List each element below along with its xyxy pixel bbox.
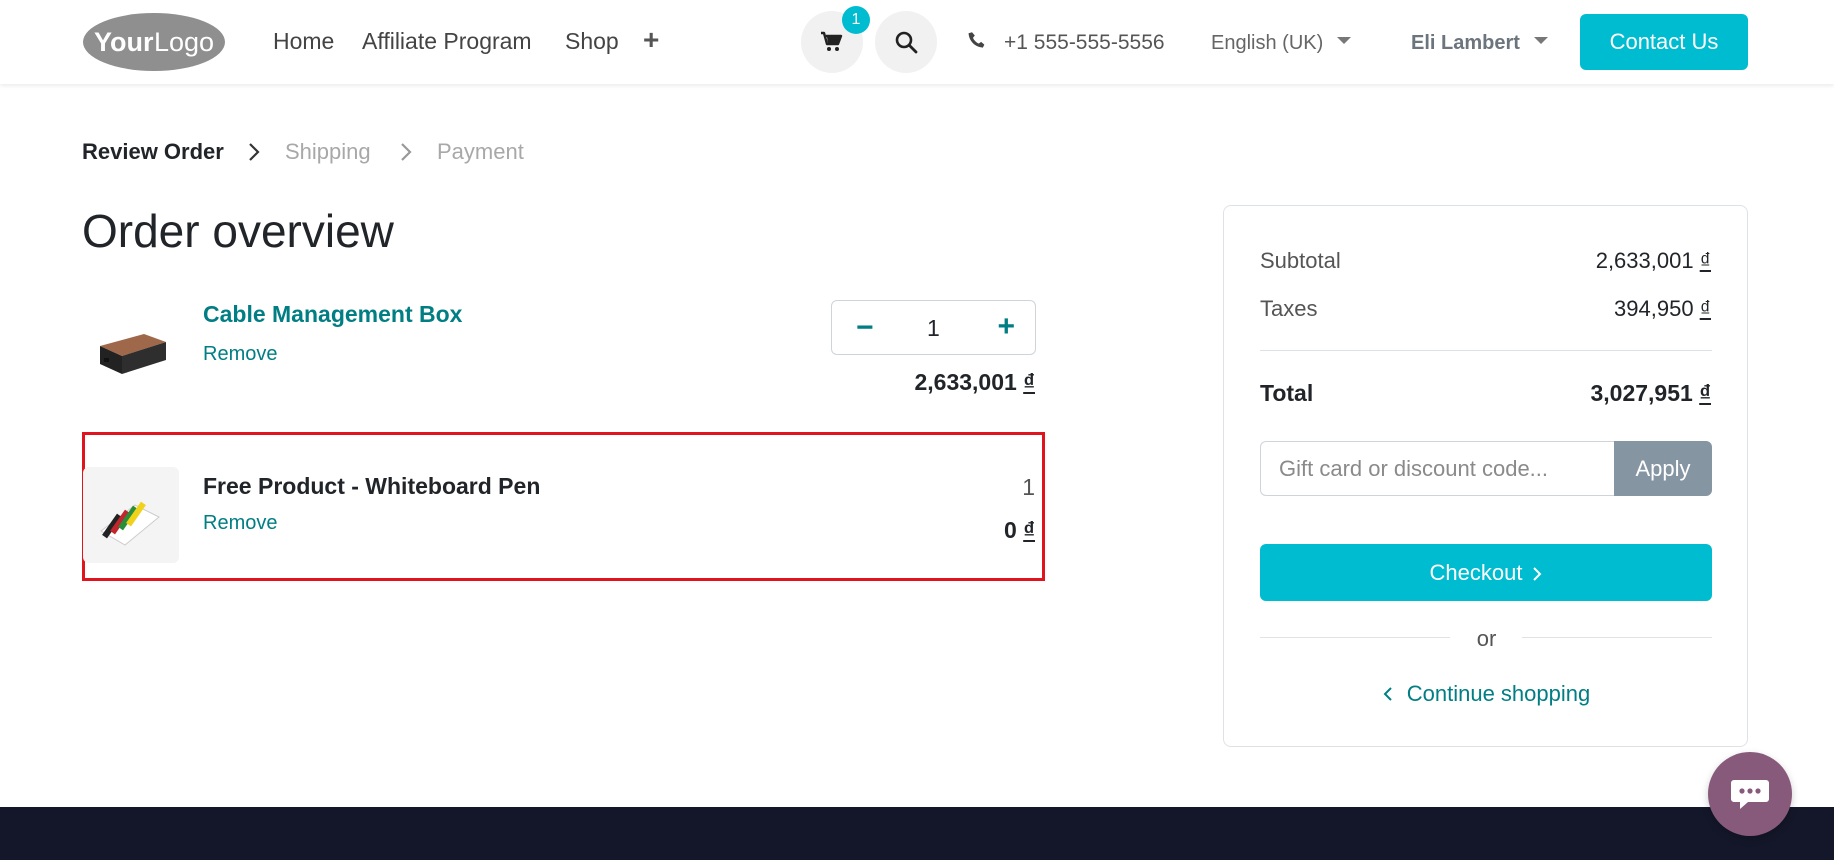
- logo-text-light: Logo: [154, 27, 214, 57]
- checkout-button[interactable]: Checkout: [1260, 544, 1712, 601]
- site-header: Your Logo Home Affiliate Program Shop + …: [0, 0, 1834, 84]
- line-price-cable-box: 2,633,001 ₫: [914, 369, 1035, 396]
- currency-symbol: ₫: [1023, 517, 1035, 543]
- quantity-decrease-button[interactable]: −: [856, 313, 874, 343]
- subtotal-value: 2,633,001 ₫: [1596, 248, 1711, 274]
- phone-number[interactable]: +1 555-555-5556: [1004, 31, 1165, 55]
- search-icon: [895, 31, 918, 54]
- cart-count-badge: 1: [842, 6, 870, 34]
- site-logo[interactable]: Your Logo: [82, 12, 226, 72]
- user-menu[interactable]: Eli Lambert: [1411, 32, 1548, 55]
- language-label: English (UK): [1211, 32, 1324, 54]
- chevron-left-icon: [1383, 687, 1392, 701]
- taxes-label: Taxes: [1260, 296, 1318, 321]
- breadcrumb-payment[interactable]: Payment: [437, 139, 524, 165]
- search-button[interactable]: [875, 11, 937, 73]
- currency-symbol: ₫: [1023, 369, 1035, 395]
- quantity-input[interactable]: 1: [927, 315, 940, 342]
- live-chat-button[interactable]: [1708, 752, 1792, 836]
- chevron-down-icon: [1337, 37, 1352, 45]
- continue-shopping-link[interactable]: Continue shopping: [1224, 681, 1749, 707]
- logo-text-bold: Your: [94, 27, 154, 57]
- line-price-whiteboard-pen: 0 ₫: [1004, 517, 1035, 544]
- subtotal-label: Subtotal: [1260, 248, 1341, 273]
- chevron-right-icon: [249, 143, 260, 161]
- nav-add-icon[interactable]: +: [643, 26, 659, 54]
- product-image-whiteboard-pen[interactable]: [83, 467, 179, 563]
- currency-symbol: ₫: [1699, 380, 1711, 406]
- currency-symbol: ₫: [1699, 248, 1711, 273]
- total-label: Total: [1260, 380, 1314, 406]
- highlight-box: [82, 432, 1045, 581]
- checkout-label: Checkout: [1429, 560, 1523, 585]
- user-name: Eli Lambert: [1411, 32, 1520, 54]
- remove-link-cable-box[interactable]: Remove: [203, 343, 277, 366]
- cart-icon: [821, 31, 843, 51]
- remove-link-whiteboard-pen[interactable]: Remove: [203, 512, 277, 535]
- nav-shop[interactable]: Shop: [565, 28, 619, 55]
- product-name-whiteboard-pen: Free Product - Whiteboard Pen: [203, 473, 541, 499]
- chat-icon: [1731, 780, 1769, 809]
- nav-affiliate-program[interactable]: Affiliate Program: [362, 28, 532, 55]
- quantity-value: 1: [1022, 474, 1035, 500]
- or-separator: or: [1476, 626, 1497, 651]
- nav-home[interactable]: Home: [273, 28, 334, 55]
- contact-us-button[interactable]: Contact Us: [1580, 14, 1748, 70]
- order-summary-card: Subtotal 2,633,001 ₫ Taxes 394,950 ₫ Tot…: [1223, 205, 1748, 747]
- discount-code-input[interactable]: [1260, 441, 1614, 496]
- subtotal-amount: 2,633,001: [1595, 248, 1694, 273]
- continue-shopping-label: Continue shopping: [1406, 681, 1591, 706]
- currency-symbol: ₫: [1699, 296, 1711, 321]
- price-amount: 0: [1004, 517, 1017, 543]
- chevron-right-icon: [401, 143, 412, 161]
- language-selector[interactable]: English (UK): [1211, 32, 1352, 55]
- product-image-cable-box[interactable]: [82, 298, 178, 394]
- product-name-cable-box[interactable]: Cable Management Box: [203, 301, 462, 328]
- breadcrumb-shipping[interactable]: Shipping: [285, 139, 371, 165]
- chevron-down-icon: [1533, 37, 1548, 45]
- price-amount: 2,633,001: [914, 369, 1017, 395]
- chevron-right-icon: [1533, 567, 1542, 581]
- page-title: Order overview: [82, 205, 394, 257]
- total-value: 3,027,951 ₫: [1590, 380, 1711, 407]
- taxes-amount: 394,950: [1614, 296, 1694, 321]
- phone-icon: [968, 32, 985, 48]
- quantity-stepper: − 1 +: [831, 300, 1036, 355]
- total-amount: 3,027,951: [1590, 380, 1693, 406]
- summary-divider: [1260, 350, 1712, 351]
- apply-button[interactable]: Apply: [1614, 441, 1712, 496]
- taxes-value: 394,950 ₫: [1614, 296, 1711, 322]
- site-footer: [0, 807, 1834, 860]
- breadcrumb-review-order: Review Order: [82, 139, 224, 164]
- quantity-increase-button[interactable]: +: [997, 312, 1015, 342]
